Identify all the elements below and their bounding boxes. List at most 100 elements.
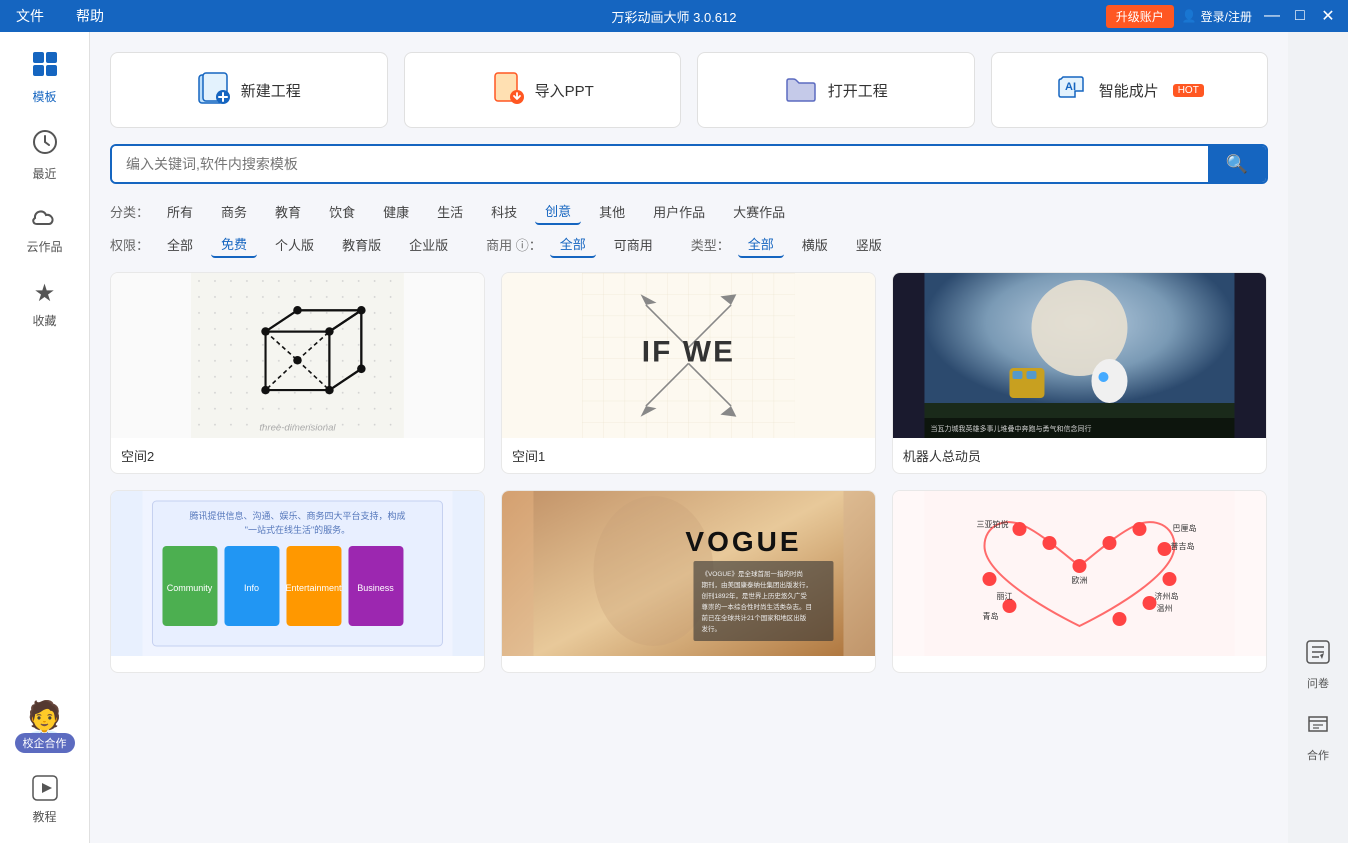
svg-text:期刊，由美国康泰纳仕集团出版发行，: 期刊，由美国康泰纳仕集团出版发行， xyxy=(701,580,812,589)
template-space2[interactable]: three-dimensional 空间2 xyxy=(110,272,485,474)
sidebar-templates-label: 模板 xyxy=(32,88,56,105)
new-project-label: 新建工程 xyxy=(241,80,301,101)
commercial-all[interactable]: 全部 xyxy=(550,231,596,258)
sidebar-recent-label: 最近 xyxy=(32,165,56,182)
commercial-ok[interactable]: 可商用 xyxy=(604,232,663,257)
svg-text:《VOGUE》是全球首屈一指的时尚: 《VOGUE》是全球首屈一指的时尚 xyxy=(701,569,802,578)
right-panel-cooperate[interactable]: 合作 xyxy=(1305,711,1331,763)
svg-text:AI: AI xyxy=(1065,81,1076,93)
titlebar-menu: 文件 帮助 xyxy=(8,4,112,28)
filter-creative[interactable]: 创意 xyxy=(535,198,581,225)
type-all[interactable]: 全部 xyxy=(738,231,784,258)
template-thumb-space2: three-dimensional xyxy=(111,273,484,438)
tutorial-icon xyxy=(32,775,58,804)
svg-text:巴厘岛: 巴厘岛 xyxy=(1172,523,1196,533)
type-portrait[interactable]: 竖版 xyxy=(846,232,892,257)
filter-section: 分类： 所有 商务 教育 饮食 健康 生活 科技 创意 其他 用户作品 大赛作品… xyxy=(110,198,1268,264)
filter-health[interactable]: 健康 xyxy=(373,199,419,224)
perm-personal[interactable]: 个人版 xyxy=(265,232,324,257)
filter-other[interactable]: 其他 xyxy=(589,199,635,224)
templates-grid: three-dimensional 空间2 xyxy=(110,272,1268,685)
filter-business[interactable]: 商务 xyxy=(211,199,257,224)
filter-tech[interactable]: 科技 xyxy=(481,199,527,224)
search-input[interactable] xyxy=(112,146,1208,182)
perm-education[interactable]: 教育版 xyxy=(332,232,391,257)
sidebar-favorites-label: 收藏 xyxy=(32,312,56,329)
permissions-label: 权限： xyxy=(110,235,149,254)
close-button[interactable]: ✕ xyxy=(1316,4,1340,28)
svg-text:当瓦力城我英雄多事儿堆叠中奔跑与勇气和信念同行: 当瓦力城我英雄多事儿堆叠中奔跑与勇气和信念同行 xyxy=(930,424,1091,433)
svg-text:三亚铂悦: 三亚铂悦 xyxy=(976,519,1008,529)
type-landscape[interactable]: 横版 xyxy=(792,232,838,257)
sidebar-cloud-label: 云作品 xyxy=(26,238,62,255)
sidebar: 模板 最近 云作品 ★ 收藏 🧑‍💼 xyxy=(0,32,90,843)
template-thumb-vogue: VOGUE 《VOGUE》是全球首屈一指的时尚 期刊，由美国康泰纳仕集团出版发行… xyxy=(502,491,875,656)
svg-text:three-dimensional: three-dimensional xyxy=(259,423,336,434)
tutorial-label: 教程 xyxy=(32,808,56,825)
template-travel-map[interactable]: 三亚铂悦 青岛 丽江 欧洲 温州 济州岛 普吉岛 巴厘岛 xyxy=(892,490,1267,673)
new-project-card[interactable]: 新建工程 xyxy=(110,52,388,128)
filter-life[interactable]: 生活 xyxy=(427,199,473,224)
sidebar-item-cloud[interactable]: 云作品 xyxy=(7,196,83,265)
xiaoqi-label: 校企合作 xyxy=(15,733,75,753)
titlebar-title: 万彩动画大师 3.0.612 xyxy=(612,7,737,26)
svg-text:Entertainment: Entertainment xyxy=(285,583,342,593)
svg-text:Business: Business xyxy=(357,583,394,593)
template-title-travel xyxy=(893,656,1266,672)
login-button[interactable]: 👤 登录/注册 xyxy=(1182,8,1252,25)
svg-text:发行。: 发行。 xyxy=(701,624,721,633)
template-title-robot: 机器人总动员 xyxy=(893,438,1266,473)
svg-text:丽江: 丽江 xyxy=(996,592,1012,601)
menu-help[interactable]: 帮助 xyxy=(68,4,112,28)
template-space1[interactable]: IF WE 空间1 xyxy=(501,272,876,474)
menu-file[interactable]: 文件 xyxy=(8,4,52,28)
svg-text:VOGUE: VOGUE xyxy=(685,526,801,557)
user-icon: 👤 xyxy=(1182,9,1197,23)
survey-label: 问卷 xyxy=(1307,675,1329,691)
favorites-icon: ★ xyxy=(34,279,56,308)
open-project-card[interactable]: 打开工程 xyxy=(697,52,975,128)
right-panel-survey[interactable]: 问卷 xyxy=(1305,639,1331,691)
sidebar-item-recent[interactable]: 最近 xyxy=(7,119,83,192)
template-title-tencent xyxy=(111,656,484,672)
perm-enterprise[interactable]: 企业版 xyxy=(399,232,458,257)
svg-text:尊崇的一本综合性时尚生活类杂志。目: 尊崇的一本综合性时尚生活类杂志。目 xyxy=(701,602,812,611)
maximize-button[interactable]: □ xyxy=(1288,4,1312,28)
sidebar-item-tutorial[interactable]: 教程 xyxy=(7,765,83,835)
cooperate-icon xyxy=(1305,711,1331,743)
commercial-label: 商用 ⓘ： xyxy=(486,235,542,254)
app-body: 模板 最近 云作品 ★ 收藏 🧑‍💼 xyxy=(0,32,1348,843)
recent-icon xyxy=(32,129,58,161)
filter-user-works[interactable]: 用户作品 xyxy=(643,199,715,224)
cooperate-label: 合作 xyxy=(1307,747,1329,763)
svg-text:IF WE: IF WE xyxy=(642,335,735,368)
template-robot[interactable]: 当瓦力城我英雄多事儿堆叠中奔跑与勇气和信念同行 机器人总动员 xyxy=(892,272,1267,474)
template-title-vogue xyxy=(502,656,875,672)
ai-create-label: 智能成片 xyxy=(1099,80,1159,101)
window-controls: — □ ✕ xyxy=(1260,4,1340,28)
sidebar-item-templates[interactable]: 模板 xyxy=(7,40,83,115)
template-vogue[interactable]: VOGUE 《VOGUE》是全球首屈一指的时尚 期刊，由美国康泰纳仕集团出版发行… xyxy=(501,490,876,673)
template-thumb-tencent: 腾讯提供信息、沟通、娱乐、商务四大平台支持，构成 "一站式在线生活"的服务。 C… xyxy=(111,491,484,656)
sidebar-item-favorites[interactable]: ★ 收藏 xyxy=(7,269,83,339)
upgrade-button[interactable]: 升级账户 xyxy=(1106,5,1174,28)
ai-create-icon: AI xyxy=(1055,71,1089,109)
import-ppt-card[interactable]: 导入PPT xyxy=(404,52,682,128)
template-tencent[interactable]: 腾讯提供信息、沟通、娱乐、商务四大平台支持，构成 "一站式在线生活"的服务。 C… xyxy=(110,490,485,673)
filter-food[interactable]: 饮食 xyxy=(319,199,365,224)
minimize-button[interactable]: — xyxy=(1260,4,1284,28)
perm-all[interactable]: 全部 xyxy=(157,232,203,257)
filter-all[interactable]: 所有 xyxy=(157,199,203,224)
sidebar-item-xiaoqi[interactable]: 🧑‍💼 校企合作 xyxy=(7,699,83,753)
right-panel: 问卷 合作 xyxy=(1288,32,1348,843)
perm-free[interactable]: 免费 xyxy=(211,231,257,258)
open-project-icon xyxy=(784,71,818,109)
titlebar-right: 升级账户 👤 登录/注册 — □ ✕ xyxy=(1106,4,1340,28)
search-button[interactable]: 🔍 xyxy=(1208,146,1266,182)
filter-contest[interactable]: 大赛作品 xyxy=(723,199,795,224)
login-label: 登录/注册 xyxy=(1201,8,1252,25)
ai-create-card[interactable]: AI 智能成片 HOT xyxy=(991,52,1269,128)
category-label: 分类： xyxy=(110,202,149,221)
filter-education[interactable]: 教育 xyxy=(265,199,311,224)
templates-container: three-dimensional 空间2 xyxy=(110,272,1268,843)
